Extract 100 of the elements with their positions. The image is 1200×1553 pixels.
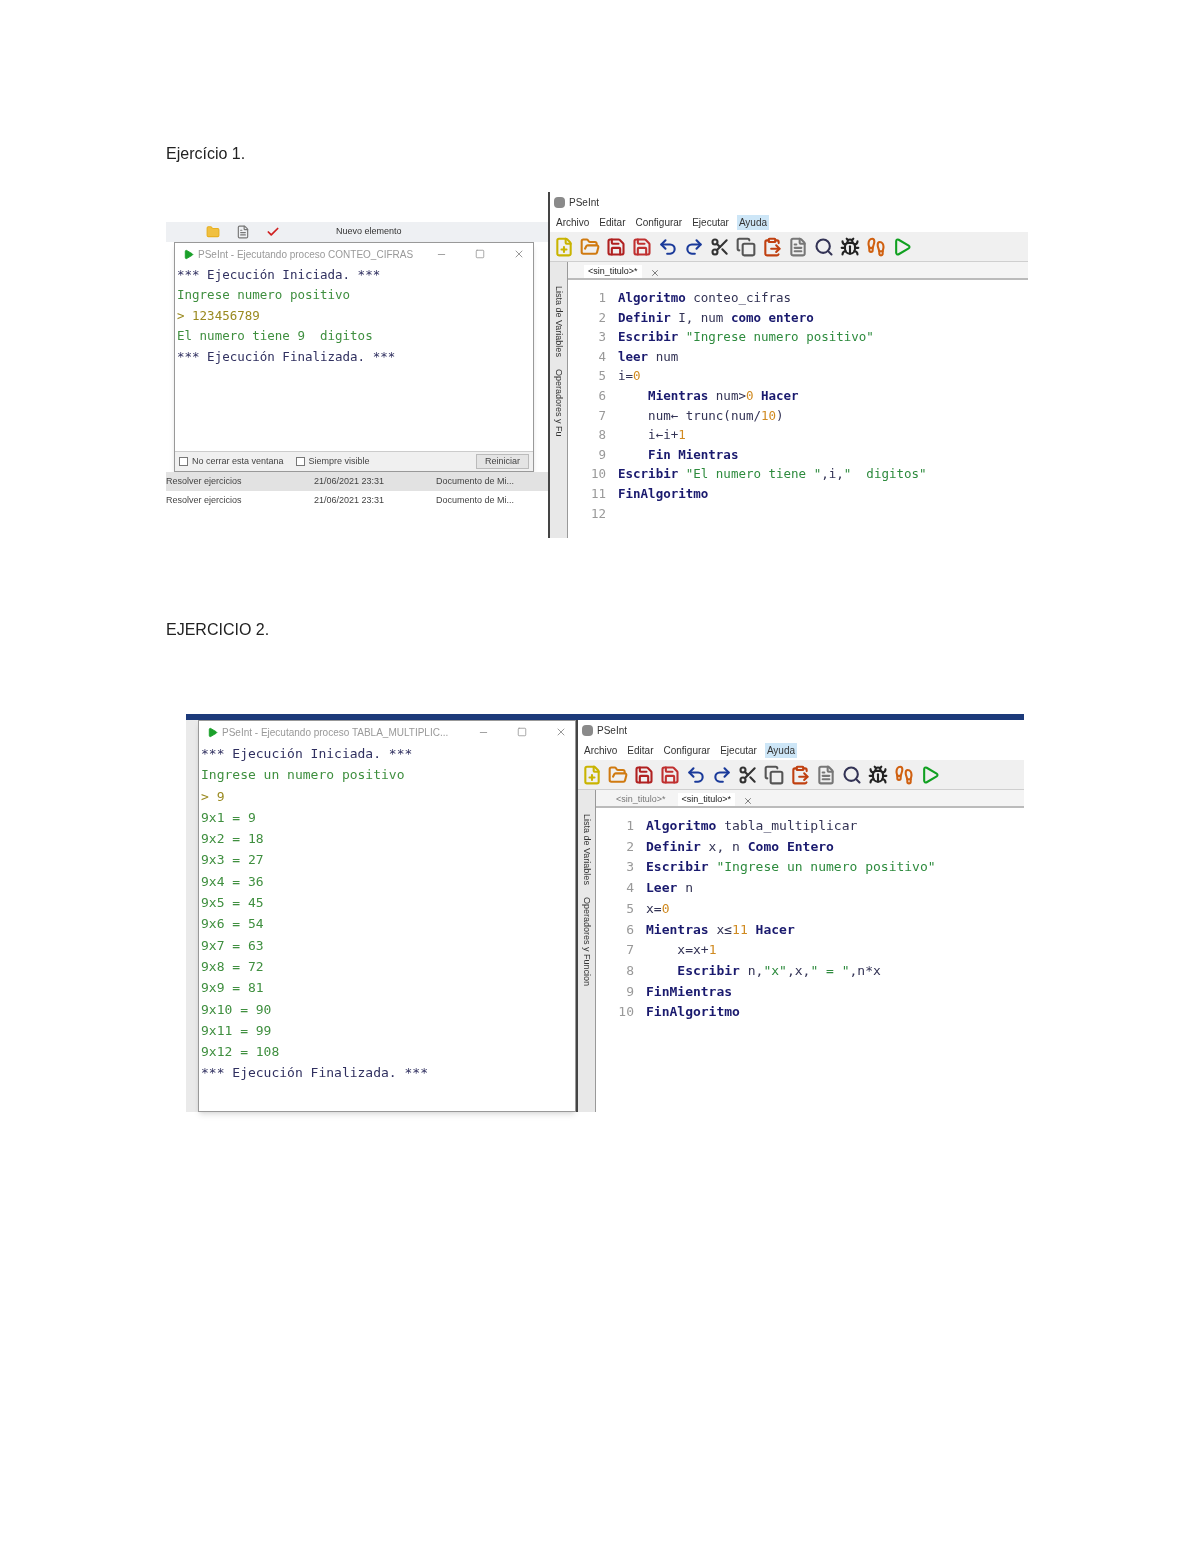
menu-item[interactable]: Editar xyxy=(625,742,656,758)
step-icon[interactable] xyxy=(894,764,914,785)
close-icon[interactable] xyxy=(513,248,525,260)
copy-icon[interactable] xyxy=(764,764,784,785)
paste-icon[interactable] xyxy=(790,764,810,785)
code-line: x=x+1 xyxy=(676,941,717,960)
line-number: 10 xyxy=(617,1003,634,1022)
undo-icon[interactable] xyxy=(686,764,706,785)
console-line: 9x4 = 36 xyxy=(201,872,265,891)
console-line: 9x5 = 45 xyxy=(201,894,265,913)
line-number: 7 xyxy=(597,406,606,425)
menu-item[interactable]: Editar xyxy=(597,214,628,230)
line-number: 6 xyxy=(597,386,606,405)
editor-tab[interactable]: <sin_titulo>* xyxy=(677,792,736,806)
code-line: Leer n xyxy=(646,879,693,898)
window-title: PSeInt - Ejecutando proceso TABLA_MULTIPLIC... xyxy=(222,725,450,740)
console-line: 9x2 = 18 xyxy=(201,830,265,849)
editor-tab[interactable]: <sin_titulo>* xyxy=(584,264,642,278)
save-as-icon[interactable] xyxy=(632,236,652,257)
menu-item[interactable]: Configurar xyxy=(633,214,685,230)
play-icon[interactable] xyxy=(920,764,940,785)
folder-icon[interactable] xyxy=(580,236,600,257)
close-icon[interactable] xyxy=(743,796,754,806)
step-icon[interactable] xyxy=(866,236,886,257)
menu-item[interactable]: Ejecutar xyxy=(718,742,759,758)
close-icon[interactable] xyxy=(555,726,567,738)
debug-icon[interactable] xyxy=(840,236,860,257)
redo-icon[interactable] xyxy=(712,764,732,785)
code-line: Definir I, num como entero xyxy=(618,308,814,327)
file-row[interactable]: Resolver ejercicios 21/06/2021 23:31 Documento de Mi... xyxy=(166,472,548,491)
side-panel-tab[interactable]: Operadores y Fu xyxy=(551,368,566,437)
line-number: 1 xyxy=(625,817,634,835)
console-line: 9x7 = 63 xyxy=(201,936,265,955)
cut-icon[interactable] xyxy=(738,764,758,785)
console-line: *** Ejecución Finalizada. *** xyxy=(177,347,397,366)
code-line: Escribir "Ingrese numero positivo" xyxy=(618,328,874,347)
save-as-icon[interactable] xyxy=(660,764,680,785)
save-icon[interactable] xyxy=(634,764,654,785)
line-number: 9 xyxy=(597,445,606,464)
search-icon[interactable] xyxy=(814,236,834,257)
checkbox[interactable] xyxy=(179,457,188,466)
redo-icon[interactable] xyxy=(684,236,704,257)
document-icon xyxy=(236,225,250,239)
new-item-button[interactable]: Nuevo elemento xyxy=(336,225,402,239)
code-line: num← trunc(num/10) xyxy=(647,406,784,425)
menu-item[interactable]: Ejecutar xyxy=(690,214,731,230)
line-number: 10 xyxy=(589,465,606,484)
editor-tab[interactable]: <sin_titulo>* xyxy=(612,792,670,806)
save-icon[interactable] xyxy=(606,236,626,257)
line-number: 11 xyxy=(589,484,606,503)
file-row[interactable]: Resolver ejercicios 21/06/2021 23:31 Documento de Mi... xyxy=(166,491,548,510)
code-line: Fin Mientras xyxy=(647,445,739,464)
console-line: Ingrese numero positivo xyxy=(177,286,352,305)
restart-button[interactable]: Reiniciar xyxy=(476,453,529,470)
menu-item[interactable]: Configurar xyxy=(661,742,713,758)
file-name: Resolver ejercicios xyxy=(166,474,243,488)
document-icon[interactable] xyxy=(788,236,808,257)
console-line: 9x12 = 108 xyxy=(201,1043,281,1062)
checkbox[interactable] xyxy=(295,457,305,466)
code-line: FinAlgoritmo xyxy=(618,484,709,503)
document-icon[interactable] xyxy=(816,764,836,785)
play-icon[interactable] xyxy=(892,236,912,257)
side-panel-tab[interactable]: Operadores y Funcion xyxy=(579,896,594,986)
section-heading: EJERCICIO 2. xyxy=(166,620,271,640)
console-line: > 123456789 xyxy=(177,306,261,325)
line-number: 4 xyxy=(625,879,634,898)
file-date: 21/06/2021 23:31 xyxy=(314,474,386,488)
check-icon xyxy=(266,225,280,239)
copy-icon[interactable] xyxy=(736,236,756,257)
console-line: 9x8 = 72 xyxy=(201,957,265,976)
menu-item[interactable]: Archivo xyxy=(582,742,620,758)
undo-icon[interactable] xyxy=(658,236,678,257)
side-panel-tab[interactable]: Lista de Variables xyxy=(579,814,594,885)
window-title: PSeInt - Ejecutando proceso CONTEO_CIFRAS xyxy=(198,247,415,262)
paste-icon[interactable] xyxy=(762,236,782,257)
line-number: 9 xyxy=(625,982,634,1001)
code-line: Escribir "Ingrese un numero positivo" xyxy=(646,858,936,877)
folder-icon[interactable] xyxy=(608,764,628,785)
menu-item[interactable]: Archivo xyxy=(554,214,592,230)
menu-item[interactable]: Ayuda xyxy=(764,742,798,758)
file-date: 21/06/2021 23:31 xyxy=(314,493,386,507)
close-icon[interactable] xyxy=(649,268,660,278)
console-line: El numero tiene 9 digitos xyxy=(177,327,374,346)
console-line: 9x3 = 27 xyxy=(201,851,265,870)
line-number: 3 xyxy=(597,328,606,347)
menu-item[interactable]: Ayuda xyxy=(736,214,770,230)
code-line: Algoritmo conteo_cifras xyxy=(618,289,792,307)
line-number: 4 xyxy=(597,347,606,366)
code-line: x=0 xyxy=(646,899,670,918)
code-line: Definir x, n Como Entero xyxy=(646,837,834,856)
line-number: 3 xyxy=(625,858,634,877)
window-title: PSeInt xyxy=(569,195,600,210)
search-icon[interactable] xyxy=(842,764,862,785)
side-panel-tab[interactable]: Lista de Variables xyxy=(551,286,566,357)
console-line: 9x6 = 54 xyxy=(201,915,265,934)
console-line: Ingrese un numero positivo xyxy=(201,766,406,785)
debug-icon[interactable] xyxy=(868,764,888,785)
console-line: *** Ejecución Iniciada. *** xyxy=(201,745,414,763)
cut-icon[interactable] xyxy=(710,236,730,257)
console-line: 9x9 = 81 xyxy=(201,979,265,998)
